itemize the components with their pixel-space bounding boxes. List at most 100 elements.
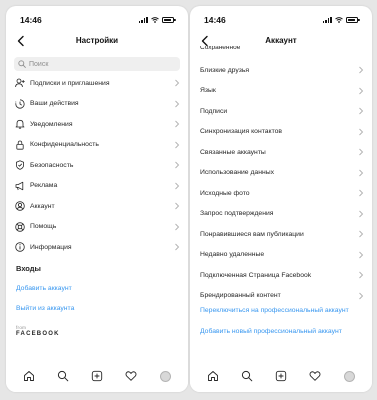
menu-item-label: Помощь (30, 223, 57, 231)
signal-icon (322, 16, 332, 23)
menu-item-label: Язык (200, 87, 216, 95)
menu-item-help[interactable]: Помощь (6, 217, 188, 238)
menu-item-account[interactable]: Аккаунт (6, 196, 188, 217)
chevron-right-icon (175, 120, 180, 128)
wifi-icon (151, 16, 159, 23)
search-icon (241, 370, 253, 382)
account-circle-icon (15, 201, 25, 211)
menu-item-linked-facebook-page[interactable]: Подключенная Страница Facebook (190, 265, 372, 286)
chevron-right-icon (359, 189, 364, 197)
tab-search[interactable] (241, 370, 253, 382)
info-icon (15, 242, 25, 252)
menu-item-label: Информация (30, 243, 72, 251)
tab-new-post[interactable] (91, 370, 103, 382)
new-post-icon (275, 370, 287, 382)
menu-item-follow-invite[interactable]: Подписки и приглашения (6, 73, 188, 94)
tab-home[interactable] (23, 370, 35, 382)
bottom-tab-bar (190, 364, 372, 392)
menu-item-data-usage[interactable]: Использование данных (190, 163, 372, 184)
switch-professional-link[interactable]: Переключиться на профессиональный аккаун… (200, 307, 349, 314)
profile-avatar (343, 370, 355, 382)
search-icon (57, 370, 69, 382)
menu-item-close-friends[interactable]: Близкие друзья (190, 60, 372, 81)
logout-link[interactable]: Выйти из аккаунта (16, 305, 74, 312)
menu-item-language[interactable]: Язык (190, 81, 372, 102)
status-time: 14:46 (204, 15, 226, 25)
wifi-icon (335, 16, 343, 23)
menu-item-notifications[interactable]: Уведомления (6, 114, 188, 135)
menu-item-label: Аккаунт (30, 202, 55, 210)
menu-item-ads[interactable]: Реклама (6, 176, 188, 197)
menu-item-linked-accounts[interactable]: Связанные аккаунты (190, 142, 372, 163)
menu-item-label: Подписки и приглашения (30, 79, 110, 87)
home-icon (208, 371, 218, 381)
menu-item-label: Безопасность (30, 161, 74, 169)
account-menu: Близкие друзья Язык Подписи Синхронизаци… (190, 60, 372, 306)
megaphone-icon (15, 181, 24, 190)
person-plus-icon (15, 78, 25, 88)
menu-item-label: Синхронизация контактов (200, 128, 283, 136)
status-icons (138, 16, 176, 23)
menu-item-about[interactable]: Информация (6, 237, 188, 258)
tab-new-post[interactable] (275, 370, 287, 382)
chevron-right-icon (175, 141, 180, 149)
tab-profile[interactable] (159, 370, 171, 382)
logins-heading: Входы (16, 264, 41, 273)
chevron-right-icon (175, 223, 180, 231)
account-screen: 14:46 Аккаунт Сохранённое Близкие друзья… (190, 6, 372, 392)
chevron-right-icon (359, 251, 364, 259)
settings-screen: 14:46 Настройки Подписки и приглашения В… (6, 6, 188, 392)
menu-item-label: Близкие друзья (200, 66, 250, 74)
menu-item-label: Связанные аккаунты (200, 148, 266, 156)
chevron-right-icon (359, 169, 364, 177)
tab-search[interactable] (57, 370, 69, 382)
heart-icon (309, 371, 321, 381)
menu-item-label: Реклама (30, 182, 58, 190)
chevron-right-icon (359, 66, 364, 74)
menu-item-privacy[interactable]: Конфиденциальность (6, 135, 188, 156)
menu-item-captions[interactable]: Подписи (190, 101, 372, 122)
lock-icon (16, 140, 24, 150)
menu-item-label: Брендированный контент (200, 292, 281, 300)
search-icon (18, 60, 26, 68)
settings-header: Настройки (6, 30, 188, 52)
tab-home[interactable] (207, 370, 219, 382)
search-input[interactable] (29, 57, 176, 71)
menu-item-label: Конфиденциальность (30, 141, 99, 149)
bell-icon (15, 120, 25, 129)
menu-item-request-verification[interactable]: Запрос подтверждения (190, 204, 372, 225)
page-title: Аккаунт (265, 36, 297, 45)
add-professional-link[interactable]: Добавить новый профессиональный аккаунт (200, 328, 342, 335)
menu-item-recently-deleted[interactable]: Недавно удаленные (190, 245, 372, 266)
settings-menu: Подписки и приглашения Ваши действия Уве… (6, 73, 188, 258)
status-time: 14:46 (20, 15, 42, 25)
menu-item-original-photos[interactable]: Исходные фото (190, 183, 372, 204)
menu-item-label: Исходные фото (200, 189, 250, 197)
menu-item-branded-content[interactable]: Брендированный контент (190, 286, 372, 307)
chevron-right-icon (359, 210, 364, 218)
home-icon (24, 371, 34, 381)
tab-activity[interactable] (125, 370, 137, 382)
status-icons (322, 16, 360, 23)
menu-item-label: Уведомления (30, 120, 73, 128)
menu-item-liked-posts[interactable]: Понравившиеся вам публикации (190, 224, 372, 245)
menu-item-security[interactable]: Безопасность (6, 155, 188, 176)
chevron-right-icon (175, 202, 180, 210)
chevron-right-icon (175, 79, 180, 87)
tab-profile[interactable] (343, 370, 355, 382)
chevron-right-icon (175, 243, 180, 251)
chevron-right-icon (359, 128, 364, 136)
menu-item-label: Использование данных (200, 169, 274, 177)
shield-icon (15, 160, 24, 171)
heart-icon (125, 371, 137, 381)
menu-item-contacts-sync[interactable]: Синхронизация контактов (190, 122, 372, 143)
search-bar[interactable] (14, 57, 180, 71)
menu-item-label: Подключенная Страница Facebook (200, 271, 312, 279)
tab-activity[interactable] (309, 370, 321, 382)
chevron-right-icon (359, 230, 364, 238)
menu-item-your-activity[interactable]: Ваши действия (6, 94, 188, 115)
menu-item-label: Понравившиеся вам публикации (200, 230, 304, 238)
add-account-link[interactable]: Добавить аккаунт (16, 285, 72, 292)
profile-avatar (159, 370, 171, 382)
from-label: from (16, 325, 27, 330)
